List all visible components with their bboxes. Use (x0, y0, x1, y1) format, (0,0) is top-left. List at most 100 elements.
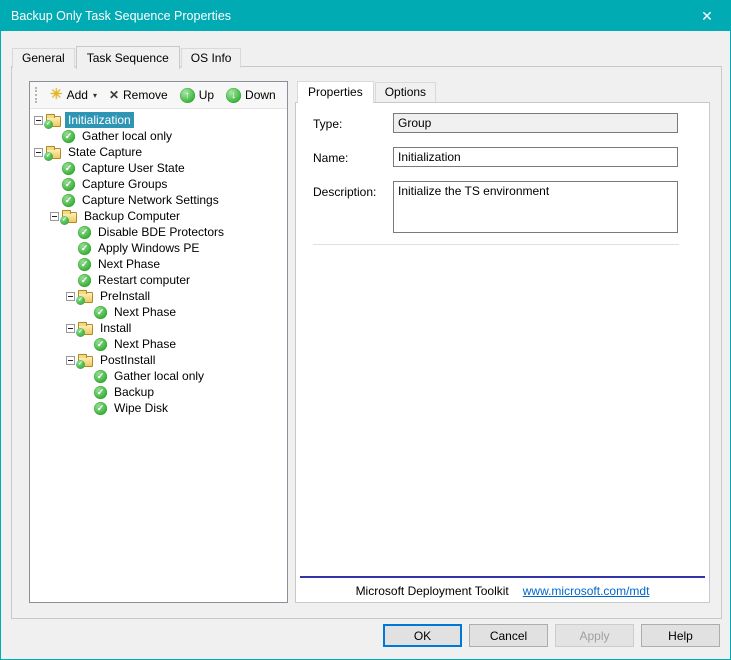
mdt-link[interactable]: www.microsoft.com/mdt (523, 584, 650, 598)
tree-item-capture-user-state[interactable]: Capture User State (30, 160, 287, 176)
tree-collapse-icon[interactable] (50, 212, 59, 221)
step-success-icon (94, 338, 107, 351)
down-button-label: Down (245, 88, 276, 102)
dialog-buttons: OK Cancel Apply Help (383, 624, 720, 647)
tree-item-label: Next Phase (95, 256, 163, 272)
tree-item-disable-bde-protectors[interactable]: Disable BDE Protectors (30, 224, 287, 240)
type-label: Type: (313, 117, 342, 131)
tree-item-label: Disable BDE Protectors (95, 224, 227, 240)
add-icon: ✳ (50, 88, 63, 102)
group-folder-icon (78, 292, 93, 303)
down-button[interactable]: ↓ Down (221, 85, 283, 106)
apply-button[interactable]: Apply (555, 624, 634, 647)
name-label: Name: (313, 151, 348, 165)
footer-text: Microsoft Deployment Toolkit (356, 584, 509, 598)
tree-item-label: Install (97, 320, 134, 336)
tree-item-wipe-disk[interactable]: Wipe Disk (30, 400, 287, 416)
tab-options[interactable]: Options (375, 82, 436, 102)
window-title: Backup Only Task Sequence Properties (1, 9, 684, 23)
tree-item-install[interactable]: Install (30, 320, 287, 336)
tab-task-sequence[interactable]: Task Sequence (76, 46, 180, 69)
tree-item-backup[interactable]: Backup (30, 384, 287, 400)
tree-item-label: Initialization (65, 112, 134, 128)
tree-item-restart-computer[interactable]: Restart computer (30, 272, 287, 288)
group-folder-icon (78, 356, 93, 367)
tree-item-next-phase[interactable]: Next Phase (30, 304, 287, 320)
sequence-panel: ✳ Add ▾ ✕ Remove ↑ Up ↓ Down Initializat… (29, 81, 288, 603)
tree-item-label: Gather local only (111, 368, 207, 384)
close-button[interactable]: ✕ (684, 1, 730, 31)
add-button[interactable]: ✳ Add ▾ (45, 85, 104, 105)
step-success-icon (62, 194, 75, 207)
tree-item-postinstall[interactable]: PostInstall (30, 352, 287, 368)
properties-panel: Properties Options Type: Name: Descripti… (295, 81, 710, 603)
add-dropdown-arrow-icon: ▾ (93, 91, 97, 100)
tree-item-label: Capture Network Settings (79, 192, 222, 208)
footer-divider (300, 576, 705, 578)
group-folder-icon (46, 148, 61, 159)
properties-tab-strip: Properties Options (297, 81, 710, 102)
tab-os-info[interactable]: OS Info (181, 48, 242, 68)
step-success-icon (78, 274, 91, 287)
tree-collapse-icon[interactable] (34, 148, 43, 157)
step-success-icon (78, 226, 91, 239)
close-icon: ✕ (701, 8, 713, 24)
tree-item-gather-local-only[interactable]: Gather local only (30, 368, 287, 384)
step-success-icon (62, 130, 75, 143)
titlebar: Backup Only Task Sequence Properties ✕ (1, 1, 730, 31)
task-sequence-tree: InitializationGather local onlyState Cap… (30, 109, 287, 602)
remove-button[interactable]: ✕ Remove (104, 85, 175, 105)
main-tab-strip: General Task Sequence OS Info (12, 46, 242, 68)
group-folder-icon (78, 324, 93, 335)
ok-button[interactable]: OK (383, 624, 462, 647)
tree-item-initialization[interactable]: Initialization (30, 112, 287, 128)
step-success-icon (62, 178, 75, 191)
cancel-button[interactable]: Cancel (469, 624, 548, 647)
step-success-icon (94, 306, 107, 319)
type-field (393, 113, 678, 133)
tree-collapse-icon[interactable] (66, 292, 75, 301)
step-success-icon (94, 402, 107, 415)
tree-item-label: Gather local only (79, 128, 175, 144)
name-field[interactable] (393, 147, 678, 167)
properties-page: Type: Name: Description: Initialize the … (295, 102, 710, 603)
tree-item-label: Next Phase (111, 336, 179, 352)
tree-item-gather-local-only[interactable]: Gather local only (30, 128, 287, 144)
tree-item-label: Apply Windows PE (95, 240, 202, 256)
remove-icon: ✕ (109, 89, 119, 102)
tree-item-label: PreInstall (97, 288, 153, 304)
tree-item-preinstall[interactable]: PreInstall (30, 288, 287, 304)
tree-item-next-phase[interactable]: Next Phase (30, 256, 287, 272)
step-success-icon (78, 258, 91, 271)
tree-item-next-phase[interactable]: Next Phase (30, 336, 287, 352)
toolbar-gripper-icon (35, 87, 40, 103)
up-button[interactable]: ↑ Up (175, 85, 221, 106)
add-button-label: Add (67, 88, 88, 102)
tree-item-capture-groups[interactable]: Capture Groups (30, 176, 287, 192)
step-success-icon (62, 162, 75, 175)
down-icon: ↓ (226, 88, 241, 103)
tree-item-label: PostInstall (97, 352, 158, 368)
tree-item-label: Wipe Disk (111, 400, 171, 416)
description-field[interactable]: Initialize the TS environment (393, 181, 678, 233)
tree-item-label: Backup (111, 384, 157, 400)
description-label: Description: (313, 185, 376, 199)
help-button[interactable]: Help (641, 624, 720, 647)
up-icon: ↑ (180, 88, 195, 103)
step-success-icon (78, 242, 91, 255)
tab-general[interactable]: General (12, 48, 75, 68)
footer: Microsoft Deployment Toolkit www.microso… (296, 584, 709, 598)
step-success-icon (94, 386, 107, 399)
tab-properties[interactable]: Properties (297, 81, 374, 103)
tree-item-label: Capture Groups (79, 176, 170, 192)
tree-collapse-icon[interactable] (66, 324, 75, 333)
tree-item-apply-windows-pe[interactable]: Apply Windows PE (30, 240, 287, 256)
fields-separator (313, 244, 679, 245)
step-success-icon (94, 370, 107, 383)
tree-collapse-icon[interactable] (34, 116, 43, 125)
tree-item-state-capture[interactable]: State Capture (30, 144, 287, 160)
tree-item-label: Restart computer (95, 272, 193, 288)
tree-collapse-icon[interactable] (66, 356, 75, 365)
tree-item-backup-computer[interactable]: Backup Computer (30, 208, 287, 224)
tree-item-capture-network-settings[interactable]: Capture Network Settings (30, 192, 287, 208)
